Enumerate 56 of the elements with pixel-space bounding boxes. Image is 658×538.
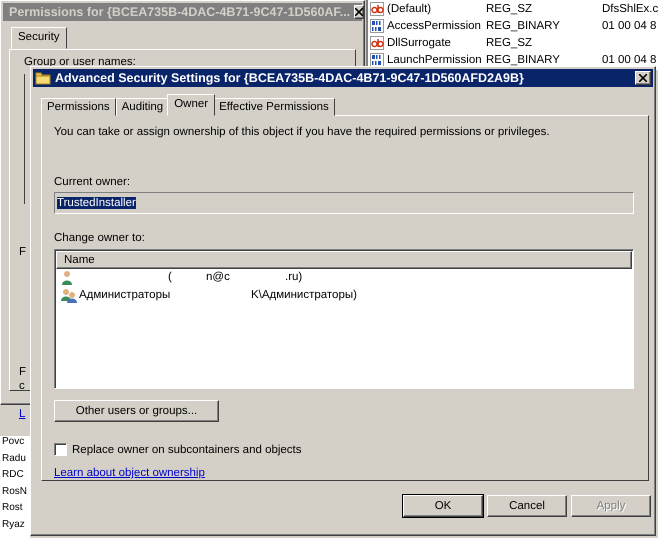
dialog-button[interactable]: Cancel <box>487 495 567 517</box>
intro-text: You can take or assign ownership of this object if you have the required permissions or privileges. <box>54 126 551 138</box>
tree-item[interactable]: Radu <box>0 452 30 469</box>
checkbox[interactable] <box>54 443 67 456</box>
group-label: Group or user names: <box>24 56 136 68</box>
value-data: 01 00 04 8 <box>602 54 656 66</box>
window-title: Advanced Security Settings for {BCEA735B-4DAC-4B71-9C47-1D560AFD2A9B} <box>55 71 525 85</box>
owner-name: ( <box>168 271 172 283</box>
field-label: Change owner to: <box>54 232 146 244</box>
value-name: DllSurrogate <box>387 36 451 48</box>
tab[interactable]: Owner <box>167 94 216 116</box>
label-text: F <box>19 366 26 378</box>
checkbox-label[interactable]: Replace owner on subcontainers and objects <box>72 444 302 456</box>
owner-name: K\Администраторы) <box>251 289 357 301</box>
tree-item[interactable]: Rost <box>0 502 30 518</box>
owner-row[interactable]: Администраторы K\Администраторы) <box>55 287 633 305</box>
label-text: c <box>19 380 25 392</box>
folder-icon <box>35 70 51 86</box>
user-icon <box>61 270 73 285</box>
tree-item[interactable]: RDC <box>0 469 30 486</box>
tree-item[interactable]: Povc <box>0 436 30 452</box>
close-icon <box>355 8 364 16</box>
owner-row[interactable]: ( n@c .ru) <box>55 269 633 287</box>
close-button[interactable] <box>354 5 364 19</box>
value-name: AccessPermission <box>387 20 481 32</box>
link[interactable]: L <box>19 408 26 420</box>
string-value-icon <box>370 36 384 50</box>
column-header[interactable]: Name <box>56 251 632 269</box>
window-title: Permissions for {BCEA735B-4DAC-4B71-9C47-1D560AF... <box>9 5 350 19</box>
owner-name: Администраторы <box>79 289 170 301</box>
owner-name: n@c <box>206 271 230 283</box>
value-type: REG_BINARY <box>486 20 561 32</box>
tab[interactable]: Effective Permissions <box>213 98 335 116</box>
field-label: Current owner: <box>54 176 132 188</box>
tree-item[interactable]: Ryaz <box>0 518 30 535</box>
users-icon <box>61 288 77 303</box>
tab[interactable]: Permissions <box>41 98 116 116</box>
tree-item[interactable]: RosN <box>0 486 30 502</box>
dialog-button[interactable]: OK <box>403 495 483 517</box>
tab[interactable]: Security <box>11 27 67 49</box>
binary-value-icon <box>370 18 384 32</box>
value-data: DfsShlEx.c <box>602 2 658 14</box>
value-name: (Default) <box>387 2 432 14</box>
owner-name: .ru) <box>285 271 302 283</box>
value-type: REG_SZ <box>486 36 534 48</box>
value-name: LaunchPermission <box>387 54 482 66</box>
value-data: 01 00 04 8 <box>602 20 656 32</box>
link[interactable]: Learn about object ownership <box>54 467 205 479</box>
label-text: F <box>19 246 26 258</box>
current-owner-field[interactable]: TrustedInstaller <box>54 192 634 214</box>
value-type: REG_SZ <box>486 2 534 14</box>
close-button[interactable] <box>635 71 651 85</box>
value-type: REG_BINARY <box>486 54 561 66</box>
tab[interactable]: Auditing <box>116 98 170 116</box>
other-users-button[interactable]: Other users or groups... <box>54 400 219 422</box>
close-icon <box>639 74 647 82</box>
